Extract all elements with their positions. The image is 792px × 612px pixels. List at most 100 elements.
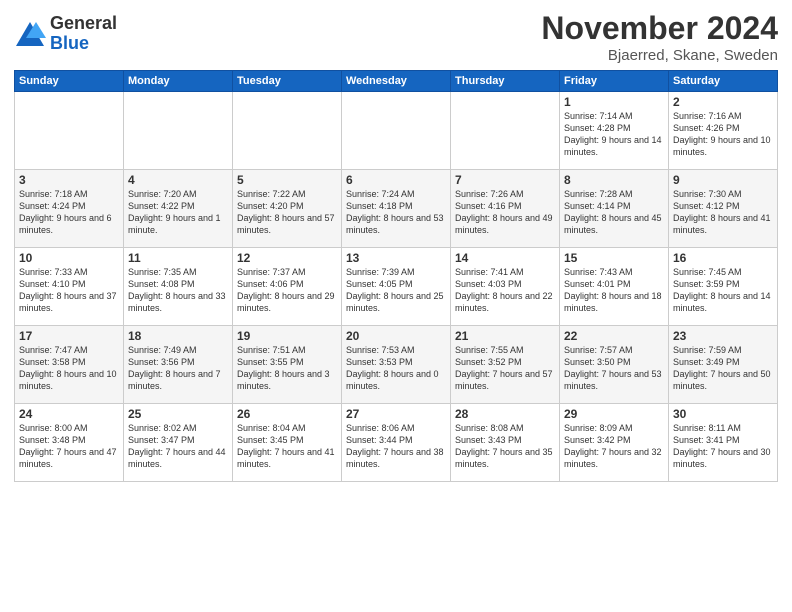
calendar-week-row: 10Sunrise: 7:33 AM Sunset: 4:10 PM Dayli… <box>15 248 778 326</box>
calendar-cell: 24Sunrise: 8:00 AM Sunset: 3:48 PM Dayli… <box>15 404 124 482</box>
day-number: 27 <box>346 407 446 421</box>
calendar-cell: 10Sunrise: 7:33 AM Sunset: 4:10 PM Dayli… <box>15 248 124 326</box>
calendar-cell: 29Sunrise: 8:09 AM Sunset: 3:42 PM Dayli… <box>560 404 669 482</box>
header-sunday: Sunday <box>15 71 124 92</box>
calendar-header-row: Sunday Monday Tuesday Wednesday Thursday… <box>15 71 778 92</box>
day-number: 10 <box>19 251 119 265</box>
page: General Blue November 2024 Bjaerred, Ska… <box>0 0 792 612</box>
calendar-cell: 26Sunrise: 8:04 AM Sunset: 3:45 PM Dayli… <box>233 404 342 482</box>
day-info: Sunrise: 7:18 AM Sunset: 4:24 PM Dayligh… <box>19 188 119 237</box>
day-info: Sunrise: 8:06 AM Sunset: 3:44 PM Dayligh… <box>346 422 446 471</box>
day-info: Sunrise: 7:22 AM Sunset: 4:20 PM Dayligh… <box>237 188 337 237</box>
calendar-week-row: 3Sunrise: 7:18 AM Sunset: 4:24 PM Daylig… <box>15 170 778 248</box>
calendar-cell: 8Sunrise: 7:28 AM Sunset: 4:14 PM Daylig… <box>560 170 669 248</box>
calendar-cell: 9Sunrise: 7:30 AM Sunset: 4:12 PM Daylig… <box>669 170 778 248</box>
day-number: 3 <box>19 173 119 187</box>
day-number: 11 <box>128 251 228 265</box>
day-info: Sunrise: 7:47 AM Sunset: 3:58 PM Dayligh… <box>19 344 119 393</box>
day-number: 19 <box>237 329 337 343</box>
calendar-cell: 4Sunrise: 7:20 AM Sunset: 4:22 PM Daylig… <box>124 170 233 248</box>
day-number: 18 <box>128 329 228 343</box>
calendar-cell <box>342 92 451 170</box>
day-number: 6 <box>346 173 446 187</box>
calendar-cell: 21Sunrise: 7:55 AM Sunset: 3:52 PM Dayli… <box>451 326 560 404</box>
calendar-week-row: 17Sunrise: 7:47 AM Sunset: 3:58 PM Dayli… <box>15 326 778 404</box>
logo-general: General <box>50 14 117 34</box>
calendar-cell: 28Sunrise: 8:08 AM Sunset: 3:43 PM Dayli… <box>451 404 560 482</box>
calendar-cell: 12Sunrise: 7:37 AM Sunset: 4:06 PM Dayli… <box>233 248 342 326</box>
header-thursday: Thursday <box>451 71 560 92</box>
calendar-cell: 17Sunrise: 7:47 AM Sunset: 3:58 PM Dayli… <box>15 326 124 404</box>
day-info: Sunrise: 7:53 AM Sunset: 3:53 PM Dayligh… <box>346 344 446 393</box>
calendar-cell: 2Sunrise: 7:16 AM Sunset: 4:26 PM Daylig… <box>669 92 778 170</box>
day-number: 17 <box>19 329 119 343</box>
day-info: Sunrise: 7:39 AM Sunset: 4:05 PM Dayligh… <box>346 266 446 315</box>
day-number: 16 <box>673 251 773 265</box>
day-number: 7 <box>455 173 555 187</box>
calendar-cell: 1Sunrise: 7:14 AM Sunset: 4:28 PM Daylig… <box>560 92 669 170</box>
calendar-cell: 27Sunrise: 8:06 AM Sunset: 3:44 PM Dayli… <box>342 404 451 482</box>
day-info: Sunrise: 8:02 AM Sunset: 3:47 PM Dayligh… <box>128 422 228 471</box>
header-tuesday: Tuesday <box>233 71 342 92</box>
day-info: Sunrise: 7:16 AM Sunset: 4:26 PM Dayligh… <box>673 110 773 159</box>
day-number: 8 <box>564 173 664 187</box>
day-info: Sunrise: 7:35 AM Sunset: 4:08 PM Dayligh… <box>128 266 228 315</box>
calendar-cell <box>451 92 560 170</box>
day-info: Sunrise: 7:24 AM Sunset: 4:18 PM Dayligh… <box>346 188 446 237</box>
header-monday: Monday <box>124 71 233 92</box>
day-info: Sunrise: 8:11 AM Sunset: 3:41 PM Dayligh… <box>673 422 773 471</box>
day-number: 23 <box>673 329 773 343</box>
day-info: Sunrise: 7:59 AM Sunset: 3:49 PM Dayligh… <box>673 344 773 393</box>
day-info: Sunrise: 7:57 AM Sunset: 3:50 PM Dayligh… <box>564 344 664 393</box>
calendar-cell: 23Sunrise: 7:59 AM Sunset: 3:49 PM Dayli… <box>669 326 778 404</box>
header-saturday: Saturday <box>669 71 778 92</box>
calendar-week-row: 24Sunrise: 8:00 AM Sunset: 3:48 PM Dayli… <box>15 404 778 482</box>
day-info: Sunrise: 7:49 AM Sunset: 3:56 PM Dayligh… <box>128 344 228 393</box>
day-number: 2 <box>673 95 773 109</box>
day-info: Sunrise: 8:09 AM Sunset: 3:42 PM Dayligh… <box>564 422 664 471</box>
month-title: November 2024 <box>541 10 778 47</box>
day-info: Sunrise: 8:04 AM Sunset: 3:45 PM Dayligh… <box>237 422 337 471</box>
day-number: 26 <box>237 407 337 421</box>
calendar-cell: 6Sunrise: 7:24 AM Sunset: 4:18 PM Daylig… <box>342 170 451 248</box>
calendar-cell: 5Sunrise: 7:22 AM Sunset: 4:20 PM Daylig… <box>233 170 342 248</box>
day-info: Sunrise: 7:33 AM Sunset: 4:10 PM Dayligh… <box>19 266 119 315</box>
calendar-table: Sunday Monday Tuesday Wednesday Thursday… <box>14 70 778 482</box>
day-number: 22 <box>564 329 664 343</box>
calendar-cell: 25Sunrise: 8:02 AM Sunset: 3:47 PM Dayli… <box>124 404 233 482</box>
day-number: 25 <box>128 407 228 421</box>
day-number: 21 <box>455 329 555 343</box>
day-info: Sunrise: 7:20 AM Sunset: 4:22 PM Dayligh… <box>128 188 228 237</box>
day-info: Sunrise: 7:26 AM Sunset: 4:16 PM Dayligh… <box>455 188 555 237</box>
calendar-cell: 30Sunrise: 8:11 AM Sunset: 3:41 PM Dayli… <box>669 404 778 482</box>
day-number: 20 <box>346 329 446 343</box>
logo-text: General Blue <box>50 14 117 54</box>
day-info: Sunrise: 7:55 AM Sunset: 3:52 PM Dayligh… <box>455 344 555 393</box>
day-info: Sunrise: 7:37 AM Sunset: 4:06 PM Dayligh… <box>237 266 337 315</box>
day-number: 4 <box>128 173 228 187</box>
calendar-cell: 7Sunrise: 7:26 AM Sunset: 4:16 PM Daylig… <box>451 170 560 248</box>
day-info: Sunrise: 7:30 AM Sunset: 4:12 PM Dayligh… <box>673 188 773 237</box>
day-info: Sunrise: 8:00 AM Sunset: 3:48 PM Dayligh… <box>19 422 119 471</box>
logo: General Blue <box>14 14 117 54</box>
day-number: 9 <box>673 173 773 187</box>
calendar-week-row: 1Sunrise: 7:14 AM Sunset: 4:28 PM Daylig… <box>15 92 778 170</box>
logo-icon <box>14 20 46 48</box>
day-info: Sunrise: 7:43 AM Sunset: 4:01 PM Dayligh… <box>564 266 664 315</box>
calendar-cell: 11Sunrise: 7:35 AM Sunset: 4:08 PM Dayli… <box>124 248 233 326</box>
day-info: Sunrise: 7:14 AM Sunset: 4:28 PM Dayligh… <box>564 110 664 159</box>
calendar-cell <box>15 92 124 170</box>
calendar-cell: 18Sunrise: 7:49 AM Sunset: 3:56 PM Dayli… <box>124 326 233 404</box>
calendar-cell: 15Sunrise: 7:43 AM Sunset: 4:01 PM Dayli… <box>560 248 669 326</box>
day-info: Sunrise: 7:41 AM Sunset: 4:03 PM Dayligh… <box>455 266 555 315</box>
day-number: 15 <box>564 251 664 265</box>
calendar-cell: 20Sunrise: 7:53 AM Sunset: 3:53 PM Dayli… <box>342 326 451 404</box>
logo-blue: Blue <box>50 34 117 54</box>
day-number: 29 <box>564 407 664 421</box>
calendar-cell: 14Sunrise: 7:41 AM Sunset: 4:03 PM Dayli… <box>451 248 560 326</box>
calendar-cell: 16Sunrise: 7:45 AM Sunset: 3:59 PM Dayli… <box>669 248 778 326</box>
day-number: 24 <box>19 407 119 421</box>
day-info: Sunrise: 8:08 AM Sunset: 3:43 PM Dayligh… <box>455 422 555 471</box>
header-friday: Friday <box>560 71 669 92</box>
day-info: Sunrise: 7:51 AM Sunset: 3:55 PM Dayligh… <box>237 344 337 393</box>
